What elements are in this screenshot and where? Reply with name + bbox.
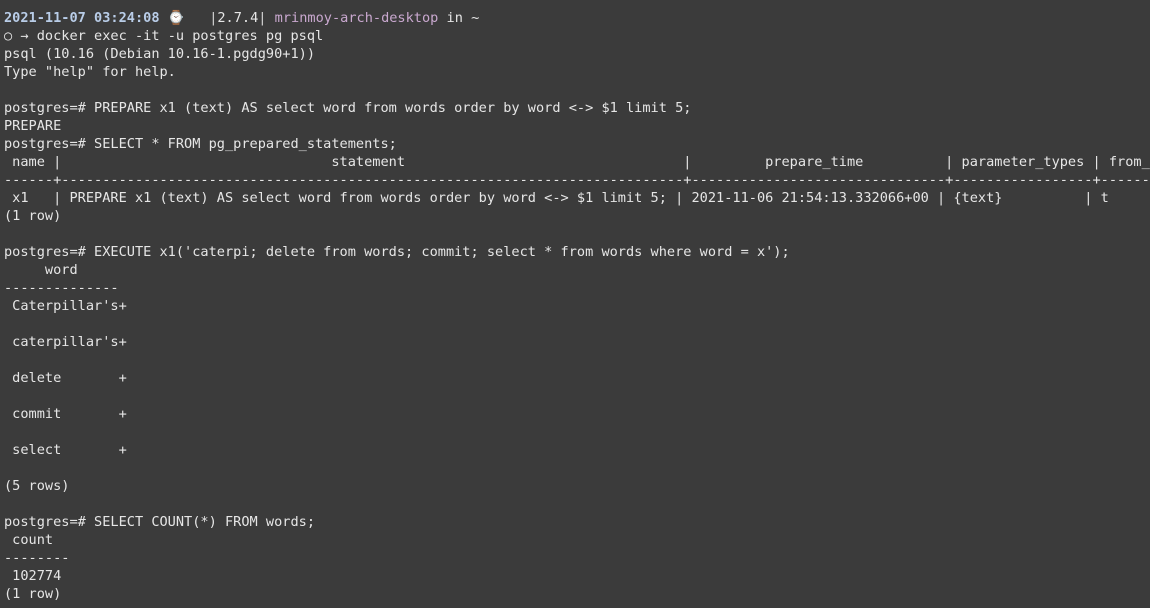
prompt-datetime: 2021-11-07 03:24:08 — [4, 10, 160, 26]
watch-icon: ⌚ — [167, 10, 185, 26]
command-text: docker exec -it -u postgres pg psql — [36, 28, 324, 44]
row-count: (1 row) — [4, 586, 62, 602]
table-header: word — [4, 262, 78, 278]
output-line: PREPARE — [4, 118, 62, 134]
table-row: 102774 — [4, 568, 62, 584]
output-line: postgres=# EXECUTE x1('caterpi; delete f… — [4, 244, 790, 260]
output-line: psql (10.16 (Debian 10.16-1.pgdg90+1)) — [4, 46, 315, 62]
table-row: Caterpillar's+ — [4, 298, 127, 314]
command-line[interactable]: ○ → docker exec -it -u postgres pg psql — [4, 27, 323, 45]
prompt-location: in ~ — [446, 10, 480, 26]
prompt-line: 2021-11-07 03:24:08 ⌚ |2.7.4| mrinmoy-ar… — [4, 9, 479, 27]
host-name: mrinmoy-arch-desktop — [274, 10, 439, 26]
version-label: 2.7.4 — [217, 10, 259, 26]
table-row: select + — [4, 442, 127, 458]
row-count: (5 rows) — [4, 478, 70, 494]
status-indicator-icon: ○ — [4, 28, 13, 44]
table-row: delete + — [4, 370, 127, 386]
table-divider: ------+---------------------------------… — [4, 172, 1150, 188]
table-divider: -------------- — [4, 280, 119, 296]
table-header: name | statement | prepare_time | parame… — [4, 154, 1150, 170]
table-divider: -------- — [4, 550, 70, 566]
table-row: commit + — [4, 406, 127, 422]
output-line: postgres=# SELECT * FROM pg_prepared_sta… — [4, 136, 397, 152]
terminal-window[interactable]: 2021-11-07 03:24:08 ⌚ |2.7.4| mrinmoy-ar… — [0, 0, 1150, 608]
table-row: caterpillar's+ — [4, 334, 127, 350]
arrow-icon: → — [20, 28, 29, 44]
output-line: postgres=# SELECT COUNT(*) FROM words; — [4, 514, 315, 530]
table-header: count — [4, 532, 54, 548]
row-count: (1 row) — [4, 208, 62, 224]
output-line: postgres=# PREPARE x1 (text) AS select w… — [4, 100, 692, 116]
output-line: Type "help" for help. — [4, 64, 176, 80]
table-row: x1 | PREPARE x1 (text) AS select word fr… — [4, 190, 1109, 206]
